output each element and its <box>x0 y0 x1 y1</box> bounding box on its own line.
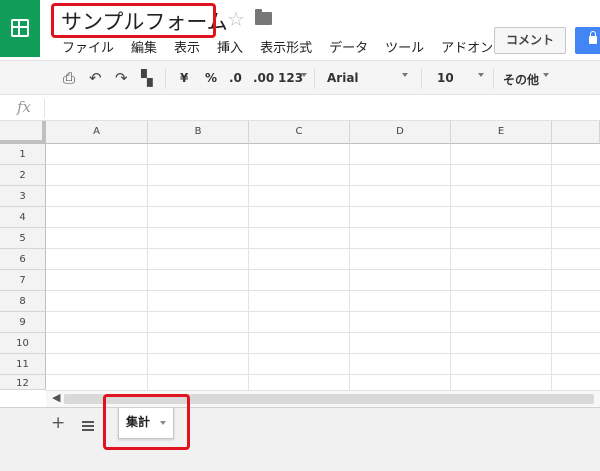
column-header-a[interactable]: A <box>46 121 148 144</box>
grid-line <box>46 164 600 165</box>
title-highlight-frame <box>51 3 216 38</box>
grid-line <box>46 227 600 228</box>
sheets-logo[interactable] <box>0 0 40 57</box>
more-caret-icon <box>543 73 549 77</box>
formula-bar: fx <box>0 96 600 121</box>
grid-line <box>46 311 600 312</box>
font-caret-icon <box>402 73 408 77</box>
row-header[interactable]: 4 <box>0 207 46 228</box>
row-header[interactable]: 7 <box>0 270 46 291</box>
column-header-f[interactable] <box>552 121 600 144</box>
font-size-dropdown[interactable]: 10 <box>437 71 454 85</box>
row-header[interactable]: 10 <box>0 333 46 354</box>
column-header-b[interactable]: B <box>148 121 249 144</box>
row-header[interactable]: 12 <box>0 375 46 390</box>
grid-line <box>46 248 600 249</box>
sheets-logo-icon <box>11 19 29 37</box>
font-dropdown[interactable]: Arial <box>327 71 359 85</box>
decrease-decimal-button[interactable]: .0 <box>229 71 242 85</box>
row-header[interactable]: 3 <box>0 186 46 207</box>
redo-icon[interactable]: ↷ <box>115 70 128 86</box>
menu-insert[interactable]: 挿入 <box>217 37 243 56</box>
column-header-c[interactable]: C <box>249 121 350 144</box>
toolbar-divider <box>421 68 422 89</box>
lock-icon <box>589 31 597 44</box>
row-header[interactable]: 6 <box>0 249 46 270</box>
sheet-tab-highlight-frame <box>103 394 190 450</box>
percent-format-button[interactable]: % <box>205 71 217 85</box>
column-header-d[interactable]: D <box>350 121 451 144</box>
row-header[interactable]: 8 <box>0 291 46 312</box>
menu-view[interactable]: 表示 <box>174 37 200 56</box>
menu-tools[interactable]: ツール <box>385 37 424 56</box>
row-header[interactable]: 1 <box>0 144 46 165</box>
toolbar: ⎙ ↶ ↷ ▚ ¥ % .0 .00 123 Arial 10 その他 <box>0 60 600 95</box>
menu-bar: ファイル 編集 表示 挿入 表示形式 データ ツール アドオン <box>62 37 510 56</box>
formula-divider <box>44 99 45 118</box>
grid-line <box>46 269 600 270</box>
grid-line <box>46 290 600 291</box>
menu-file[interactable]: ファイル <box>62 37 114 56</box>
number-format-dropdown[interactable]: 123 <box>278 71 303 85</box>
paint-format-icon[interactable]: ▚ <box>141 70 153 86</box>
grid-line <box>46 374 600 375</box>
row-header[interactable]: 5 <box>0 228 46 249</box>
toolbar-divider <box>165 68 166 89</box>
grid-line <box>46 332 600 333</box>
menu-data[interactable]: データ <box>329 37 368 56</box>
scroll-left-icon[interactable]: ◀ <box>52 391 60 404</box>
grid-line <box>46 353 600 354</box>
add-sheet-icon[interactable]: + <box>51 413 65 433</box>
row-header[interactable]: 9 <box>0 312 46 333</box>
currency-format-button[interactable]: ¥ <box>180 71 188 85</box>
folder-icon[interactable] <box>255 9 272 25</box>
font-size-caret-icon <box>478 73 484 77</box>
share-button[interactable] <box>575 27 600 54</box>
sheet-list-icon[interactable] <box>82 421 94 431</box>
menu-addons[interactable]: アドオン <box>441 37 493 56</box>
comment-button[interactable]: コメント <box>494 27 566 54</box>
sheet-tab-bar: + 集計 <box>0 407 600 471</box>
column-header-e[interactable]: E <box>451 121 552 144</box>
increase-decimal-button[interactable]: .00 <box>253 71 274 85</box>
select-all-corner[interactable] <box>0 121 46 144</box>
menu-format[interactable]: 表示形式 <box>260 37 312 56</box>
grid-line <box>46 185 600 186</box>
spreadsheet-app: サンプルフォーム ☆ ファイル 編集 表示 挿入 表示形式 データ ツール アド… <box>0 0 600 471</box>
number-format-caret-icon <box>301 73 307 77</box>
toolbar-divider <box>493 68 494 89</box>
grid-line <box>46 206 600 207</box>
fx-icon: fx <box>17 98 32 116</box>
more-dropdown[interactable]: その他 <box>503 71 539 88</box>
toolbar-divider <box>314 68 315 89</box>
star-icon[interactable]: ☆ <box>227 7 245 31</box>
print-icon[interactable]: ⎙ <box>63 70 75 86</box>
undo-icon[interactable]: ↶ <box>89 70 102 86</box>
row-header[interactable]: 2 <box>0 165 46 186</box>
menu-edit[interactable]: 編集 <box>131 37 157 56</box>
row-header[interactable]: 11 <box>0 354 46 375</box>
